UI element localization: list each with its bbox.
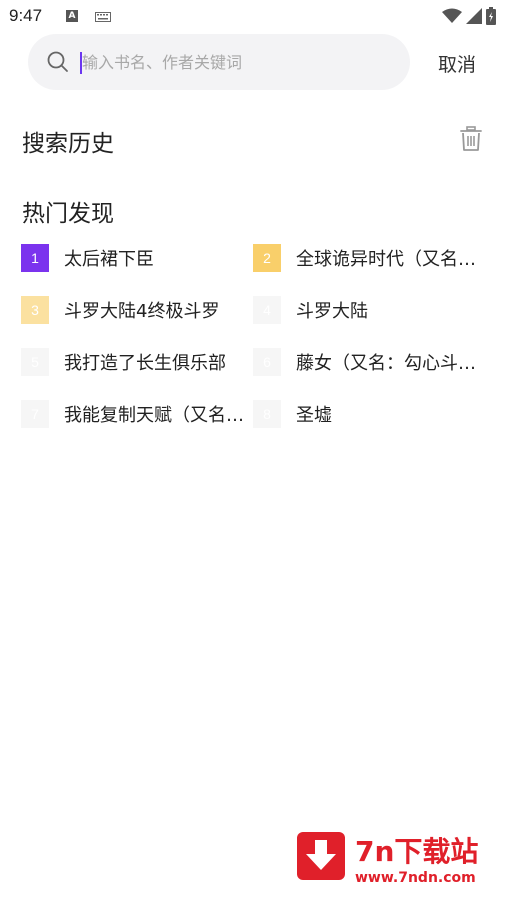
rank-badge: 5 (21, 348, 49, 376)
book-title: 斗罗大陆4终极斗罗 (64, 301, 220, 322)
hot-item-2[interactable]: 2 全球诡异时代（又名：我的诡异娘子） (253, 241, 483, 275)
rank-badge: 4 (253, 296, 281, 324)
hot-discovery-title: 热门发现 (22, 201, 114, 227)
signal-icon (466, 8, 482, 24)
search-bar[interactable] (28, 34, 410, 90)
book-title: 圣墟 (296, 405, 332, 426)
hot-item-4[interactable]: 4 斗罗大陆 (253, 293, 483, 327)
search-history-title: 搜索历史 (22, 131, 114, 157)
hot-item-6[interactable]: 6 藤女（又名：勾心斗角） (253, 345, 483, 379)
battery-charging-icon (486, 7, 496, 25)
wifi-icon (442, 8, 462, 23)
book-title: 斗罗大陆 (296, 301, 368, 322)
trash-icon[interactable] (460, 126, 482, 152)
rank-badge: 6 (253, 348, 281, 376)
status-bar: 9:47 A (0, 0, 505, 32)
rank-badge: 7 (21, 400, 49, 428)
search-icon (47, 51, 68, 72)
book-title: 我能复制天赋（又名：超神复制） (64, 405, 244, 426)
rank-badge: 2 (253, 244, 281, 272)
book-title: 我打造了长生俱乐部 (64, 353, 226, 374)
download-arrow-icon (297, 832, 345, 880)
watermark-title: 7n下载站 (355, 835, 479, 868)
hot-item-5[interactable]: 5 我打造了长生俱乐部 (21, 345, 251, 379)
site-watermark: 7n下载站 www.7ndn.com (283, 818, 505, 899)
notification-app-icon: A (66, 10, 78, 22)
hot-item-7[interactable]: 7 我能复制天赋（又名：超神复制） (21, 397, 251, 431)
status-right-icons (442, 7, 496, 25)
book-title: 藤女（又名：勾心斗角） (296, 353, 476, 374)
rank-badge: 8 (253, 400, 281, 428)
watermark-url: www.7ndn.com (355, 870, 476, 886)
hot-item-3[interactable]: 3 斗罗大陆4终极斗罗 (21, 293, 251, 327)
book-title: 太后裙下臣 (64, 249, 154, 270)
search-input[interactable] (82, 48, 382, 76)
book-title: 全球诡异时代（又名：我的诡异娘子） (296, 249, 476, 270)
keyboard-icon (95, 12, 111, 22)
hot-item-8[interactable]: 8 圣墟 (253, 397, 483, 431)
rank-badge: 3 (21, 296, 49, 324)
status-time: 9:47 (9, 6, 43, 25)
rank-badge: 1 (21, 244, 49, 272)
cancel-button[interactable]: 取消 (438, 50, 476, 77)
hot-item-1[interactable]: 1 太后裙下臣 (21, 241, 251, 275)
